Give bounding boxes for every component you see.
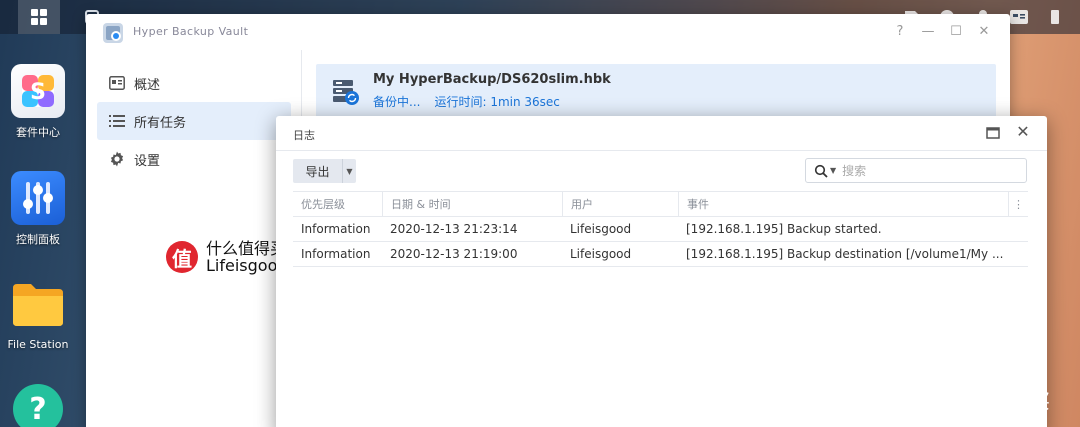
- desktop-icon-package-center[interactable]: S 套件中心: [0, 64, 76, 140]
- table-row[interactable]: Information 2020-12-13 21:19:00 Lifeisgo…: [293, 242, 1028, 267]
- cell-event: [192.168.1.195] Backup started.: [686, 222, 882, 236]
- column-header-user[interactable]: 用户: [562, 192, 678, 216]
- control-panel-icon: [11, 171, 65, 225]
- desktop-icon-label: 套件中心: [16, 126, 60, 139]
- column-options-icon[interactable]: ⋮: [1008, 192, 1028, 216]
- watermark-corner: 值 什么值得买: [912, 386, 1050, 416]
- close-button[interactable]: ✕: [976, 24, 992, 40]
- runtime-value: 1min 36sec: [490, 95, 560, 109]
- desktop-icon-file-station[interactable]: File Station: [0, 278, 76, 351]
- cell-user: Lifeisgood: [570, 247, 632, 261]
- log-table: 优先层级 日期 & 时间 用户 事件 ⋮ Information 2020-12…: [293, 191, 1028, 267]
- column-header-priority[interactable]: 优先层级: [293, 192, 382, 216]
- backup-task-card[interactable]: My HyperBackup/DS620slim.hbk 备份中... 运行时间:…: [316, 64, 996, 118]
- column-header-event[interactable]: 事件: [678, 192, 1008, 216]
- overview-icon: [109, 75, 125, 91]
- export-button[interactable]: 导出: [293, 159, 342, 183]
- maximize-button[interactable]: ☐: [948, 24, 964, 40]
- cell-priority: Information: [301, 247, 371, 261]
- hyper-backup-vault-logo-icon: [103, 23, 123, 43]
- task-status: 备份中...: [373, 95, 421, 109]
- svg-text:S: S: [30, 80, 46, 105]
- sidebar-item-label: 设置: [134, 153, 161, 169]
- column-header-datetime[interactable]: 日期 & 时间: [382, 192, 562, 216]
- desktop-icon-control-panel[interactable]: 控制面板: [0, 171, 76, 247]
- sidebar-item-overview[interactable]: 概述: [97, 64, 291, 102]
- help-icon: ?: [13, 384, 63, 427]
- maximize-icon[interactable]: [986, 127, 1000, 139]
- sidebar-item-settings[interactable]: 设置: [97, 140, 291, 178]
- log-window-title: 日志: [293, 129, 315, 142]
- table-row[interactable]: Information 2020-12-13 21:23:14 Lifeisgo…: [293, 217, 1028, 242]
- export-dropdown-button[interactable]: ▼: [342, 159, 356, 183]
- search-input[interactable]: [842, 163, 1013, 178]
- close-button[interactable]: ✕: [1014, 122, 1032, 142]
- watermark-badge-icon: 值: [912, 386, 942, 416]
- task-manager-icon[interactable]: [1008, 7, 1030, 27]
- list-icon: [109, 113, 125, 129]
- desktop-icon-help[interactable]: ?: [0, 384, 76, 427]
- search-box[interactable]: ▼: [805, 158, 1027, 183]
- task-status-line: 备份中... 运行时间: 1min 36sec: [373, 93, 560, 110]
- task-name: My HyperBackup/DS620slim.hbk: [373, 72, 611, 87]
- desktop-icon-label: File Station: [7, 338, 69, 351]
- watermark: 值 什么值得买 Lifeisgood: [166, 240, 288, 274]
- cell-event: [192.168.1.195] Backup destination [/vol…: [686, 247, 1004, 261]
- gear-icon: [109, 151, 125, 167]
- backup-server-icon: [333, 80, 359, 105]
- window-titlebar[interactable]: Hyper Backup Vault ? — ☐ ✕: [86, 14, 1010, 50]
- file-station-icon: [11, 278, 65, 332]
- search-icon: [814, 164, 828, 178]
- cell-priority: Information: [301, 222, 371, 236]
- log-window: 日志 ✕ 导出 ▼ ▼ 优先层级 日期 & 时间 用户 事件 ⋮ Informa…: [276, 116, 1047, 427]
- chevron-down-icon[interactable]: ▼: [830, 166, 836, 175]
- desktop-icon-label: 控制面板: [16, 233, 60, 246]
- sidebar-item-label: 概述: [134, 77, 161, 93]
- main-menu-button[interactable]: [18, 0, 60, 34]
- divider: [276, 150, 1047, 151]
- runtime-label: 运行时间:: [434, 95, 487, 109]
- export-button-group: 导出 ▼: [293, 159, 356, 183]
- minimize-button[interactable]: —: [920, 24, 936, 40]
- help-button[interactable]: ?: [892, 24, 908, 40]
- sidebar-item-all-tasks[interactable]: 所有任务: [97, 102, 291, 140]
- table-header-row: 优先层级 日期 & 时间 用户 事件 ⋮: [293, 191, 1028, 217]
- cell-datetime: 2020-12-13 21:23:14: [390, 222, 518, 236]
- watermark-badge-icon: 值: [166, 241, 198, 273]
- watermark-text: 什么值得买: [950, 388, 1050, 413]
- sidebar-item-label: 所有任务: [134, 115, 187, 131]
- window-title: Hyper Backup Vault: [133, 25, 249, 38]
- cell-datetime: 2020-12-13 21:19:00: [390, 247, 518, 261]
- cell-user: Lifeisgood: [570, 222, 632, 236]
- package-center-icon: S: [11, 64, 65, 118]
- main-menu-icon: [31, 9, 47, 25]
- widget-panel-icon[interactable]: [1044, 7, 1066, 27]
